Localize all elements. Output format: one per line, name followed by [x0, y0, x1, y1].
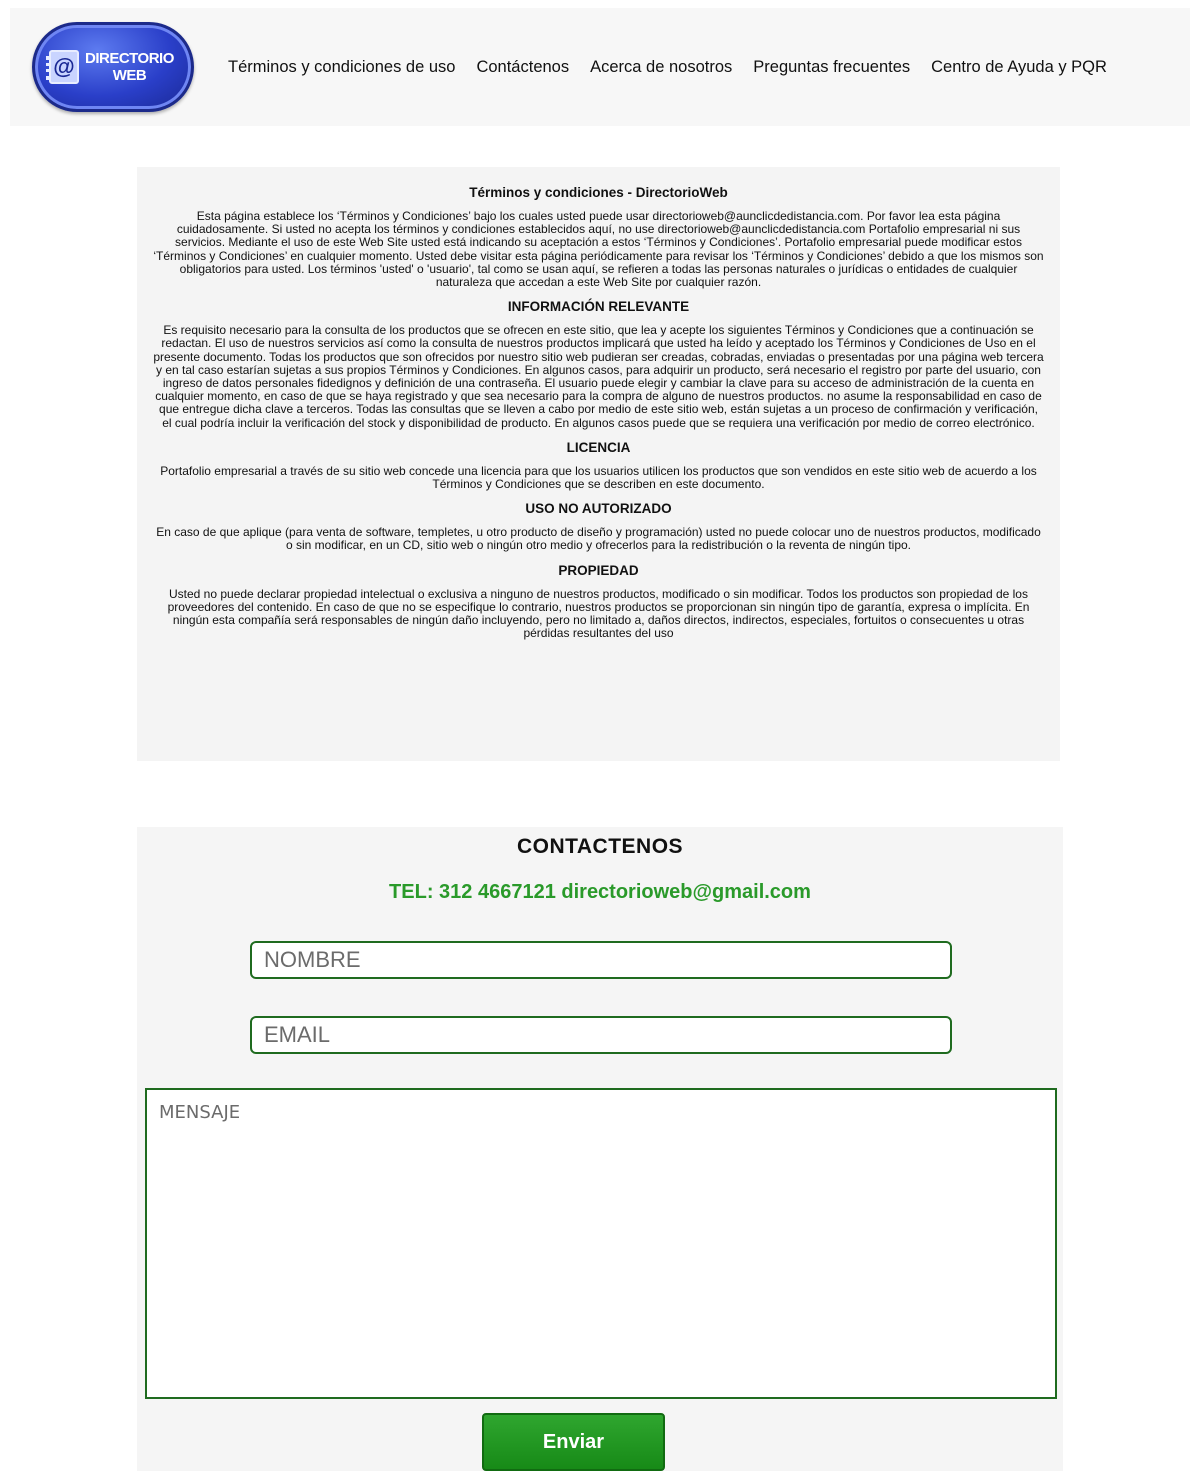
section-heading-info: INFORMACIÓN RELEVANTE	[507, 299, 690, 315]
contact-info: TEL: 312 4667121 directorioweb@gmail.com	[389, 881, 811, 903]
nav-contact[interactable]: Contáctenos	[476, 58, 569, 77]
email-input[interactable]	[250, 1016, 952, 1054]
section-body-license: Portafolio empresarial a través de su si…	[160, 463, 1037, 492]
send-button[interactable]: Enviar	[482, 1413, 665, 1471]
address-book-icon: @	[46, 50, 79, 84]
name-input[interactable]	[250, 941, 952, 979]
section-body-property: Usted no puede declarar propiedad intele…	[167, 586, 1030, 641]
at-sign-glyph: @	[53, 54, 75, 79]
section-heading-property: PROPIEDAD	[558, 562, 639, 578]
section-body-unauthorized: En caso de que aplique (para venta de so…	[156, 525, 1041, 553]
contact-title: CONTACTENOS	[516, 835, 684, 858]
nav-about[interactable]: Acerca de nosotros	[590, 58, 732, 77]
terms-title: Términos y condiciones - DirectorioWeb	[469, 185, 728, 200]
logo[interactable]: @ DIRECTORIO WEB	[32, 22, 194, 112]
logo-text: DIRECTORIO WEB	[85, 50, 174, 84]
terms-intro: Esta página establece los ‘Términos y Co…	[153, 209, 1044, 290]
terms-panel[interactable]: Términos y condiciones - DirectorioWeb E…	[137, 167, 1060, 761]
section-body-info: Es requisito necesario para la consulta …	[153, 323, 1044, 430]
message-textarea[interactable]	[145, 1088, 1057, 1399]
logo-line1: DIRECTORIO	[85, 50, 174, 67]
nav-terms[interactable]: Términos y condiciones de uso	[228, 58, 455, 77]
nav-faq[interactable]: Preguntas frecuentes	[753, 58, 910, 77]
main-nav: Términos y condiciones de uso Contácteno…	[228, 58, 1107, 77]
logo-line2: WEB	[112, 67, 147, 84]
section-heading-license: LICENCIA	[566, 439, 631, 455]
section-heading-unauthorized: USO NO AUTORIZADO	[525, 501, 672, 517]
contact-section: CONTACTENOS TEL: 312 4667121 directoriow…	[137, 827, 1063, 1471]
site-header: @ DIRECTORIO WEB Términos y condiciones …	[10, 8, 1190, 126]
nav-help-center[interactable]: Centro de Ayuda y PQR	[931, 58, 1107, 77]
